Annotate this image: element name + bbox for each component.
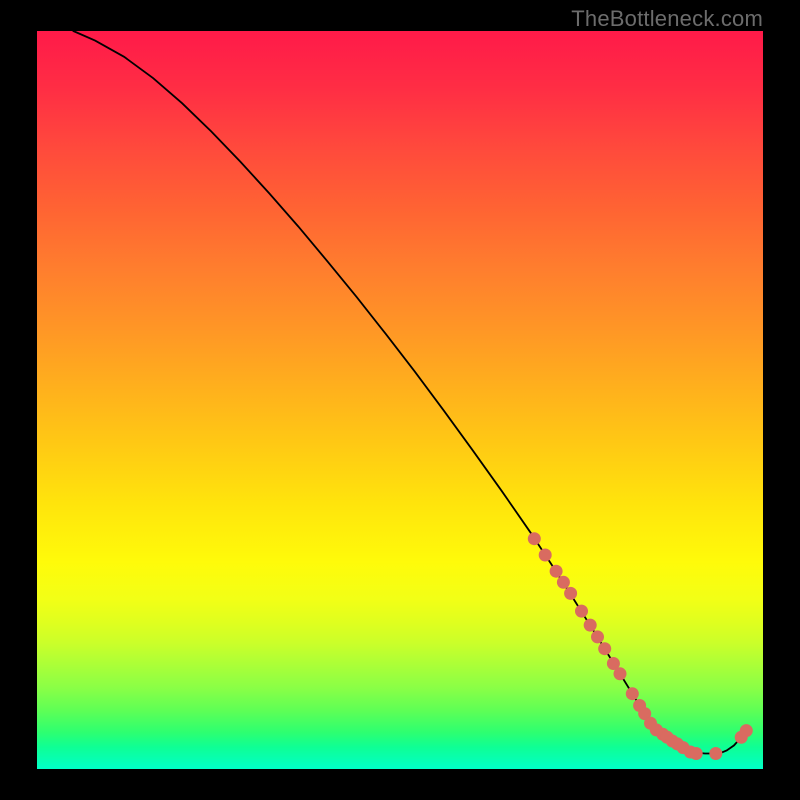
data-marker [740, 724, 753, 737]
data-marker [598, 642, 611, 655]
data-marker [528, 532, 541, 545]
data-marker [550, 565, 563, 578]
data-marker [557, 576, 570, 589]
data-marker [626, 687, 639, 700]
data-marker [584, 619, 597, 632]
data-marker [591, 630, 604, 643]
chart-frame: TheBottleneck.com [0, 0, 800, 800]
data-marker [709, 747, 722, 760]
bottleneck-curve [73, 31, 748, 754]
data-marker [690, 747, 703, 760]
data-markers [528, 532, 753, 760]
data-marker [575, 605, 588, 618]
watermark-text: TheBottleneck.com [571, 6, 763, 32]
data-marker [539, 549, 552, 562]
chart-overlay [0, 0, 800, 800]
data-marker [614, 667, 627, 680]
data-marker [564, 587, 577, 600]
